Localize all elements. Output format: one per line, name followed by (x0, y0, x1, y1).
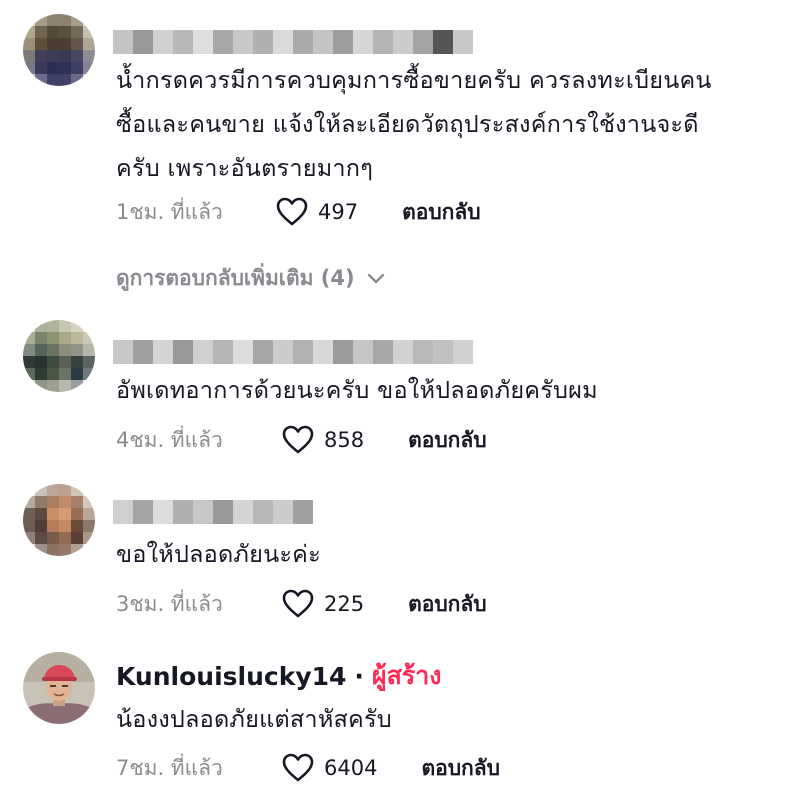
comment-text-line: น้ำกรดควรมีการควบคุมการซื้อขายครับ ควรลง… (116, 66, 712, 94)
comment-meta: 4ชม. ที่แล้ว 858 ตอบกลับ (116, 420, 487, 460)
comment-author: Kunlouislucky14 · ผู้สร้าง (116, 656, 442, 696)
comment-text: ขอให้ปลอดภัยนะค่ะ (116, 532, 786, 576)
heart-outline-icon (282, 753, 314, 782)
comment-meta: 3ชม. ที่แล้ว 225 ตอบกลับ (116, 584, 487, 624)
creator-badge: ผู้สร้าง (371, 661, 442, 690)
avatar-blurred (23, 14, 95, 86)
like-count: 858 (324, 428, 365, 452)
comment-time: 7ชม. ที่แล้ว (116, 755, 223, 780)
comment-text: น้องงปลอดภัยแต่สาหัสครับ (116, 697, 786, 741)
reply-button[interactable]: ตอบกลับ (421, 752, 500, 785)
like-count: 225 (324, 592, 365, 616)
reply-button[interactable]: ตอบกลับ (408, 424, 487, 457)
heart-outline-icon (276, 197, 308, 226)
username-blurred[interactable] (113, 340, 473, 364)
username-blurred[interactable] (113, 500, 313, 524)
separator-dot: · (354, 661, 364, 691)
avatar[interactable] (23, 652, 95, 724)
like-button[interactable]: 6404 (282, 753, 377, 783)
heart-outline-icon (282, 589, 314, 618)
comment-text-line: ครับ เพราะอันตรายมากๆ (116, 154, 374, 182)
creator-avatar-image (23, 652, 95, 724)
comment-time: 1ชม. ที่แล้ว (116, 199, 223, 224)
avatar-blurred (23, 320, 95, 392)
comment-meta: 1ชม. ที่แล้ว 497 ตอบกลับ (116, 192, 481, 232)
comment-text: น้ำกรดควรมีการควบคุมการซื้อขายครับ ควรลง… (116, 58, 786, 190)
view-more-replies[interactable]: ดูการตอบกลับเพิ่มเติม (4) (116, 262, 385, 295)
avatar[interactable] (23, 484, 95, 556)
chevron-down-icon (367, 273, 384, 283)
comment-text: อัพเดทอาการด้วยนะครับ ขอให้ปลอดภัยครับผม (116, 368, 786, 412)
like-count: 497 (318, 200, 359, 224)
comment-text-line: น้องงปลอดภัยแต่สาหัสครับ (116, 705, 392, 733)
like-button[interactable]: 858 (282, 425, 364, 455)
avatar-blurred (23, 484, 95, 556)
avatar[interactable] (23, 14, 95, 86)
username-blurred[interactable] (113, 30, 473, 54)
reply-button[interactable]: ตอบกลับ (402, 196, 481, 229)
comment-time: 4ชม. ที่แล้ว (116, 427, 223, 452)
heart-outline-icon (282, 425, 314, 454)
like-button[interactable]: 225 (282, 589, 364, 619)
comment-time: 3ชม. ที่แล้ว (116, 591, 223, 616)
creator-username[interactable]: Kunlouislucky14 (116, 662, 346, 691)
avatar[interactable] (23, 320, 95, 392)
comment-text-line: อัพเดทอาการด้วยนะครับ ขอให้ปลอดภัยครับผม (116, 376, 598, 404)
view-more-replies-label: ดูการตอบกลับเพิ่มเติม (4) (116, 266, 355, 290)
comment-meta: 7ชม. ที่แล้ว 6404 ตอบกลับ (116, 748, 500, 788)
comment-text-line: ซื้อและคนขาย แจ้งให้ละเอียดวัตถุประสงค์ก… (116, 110, 699, 138)
like-count: 6404 (324, 756, 378, 780)
comment-text-line: ขอให้ปลอดภัยนะค่ะ (116, 540, 321, 568)
like-button[interactable]: 497 (276, 197, 358, 227)
reply-button[interactable]: ตอบกลับ (408, 588, 487, 621)
